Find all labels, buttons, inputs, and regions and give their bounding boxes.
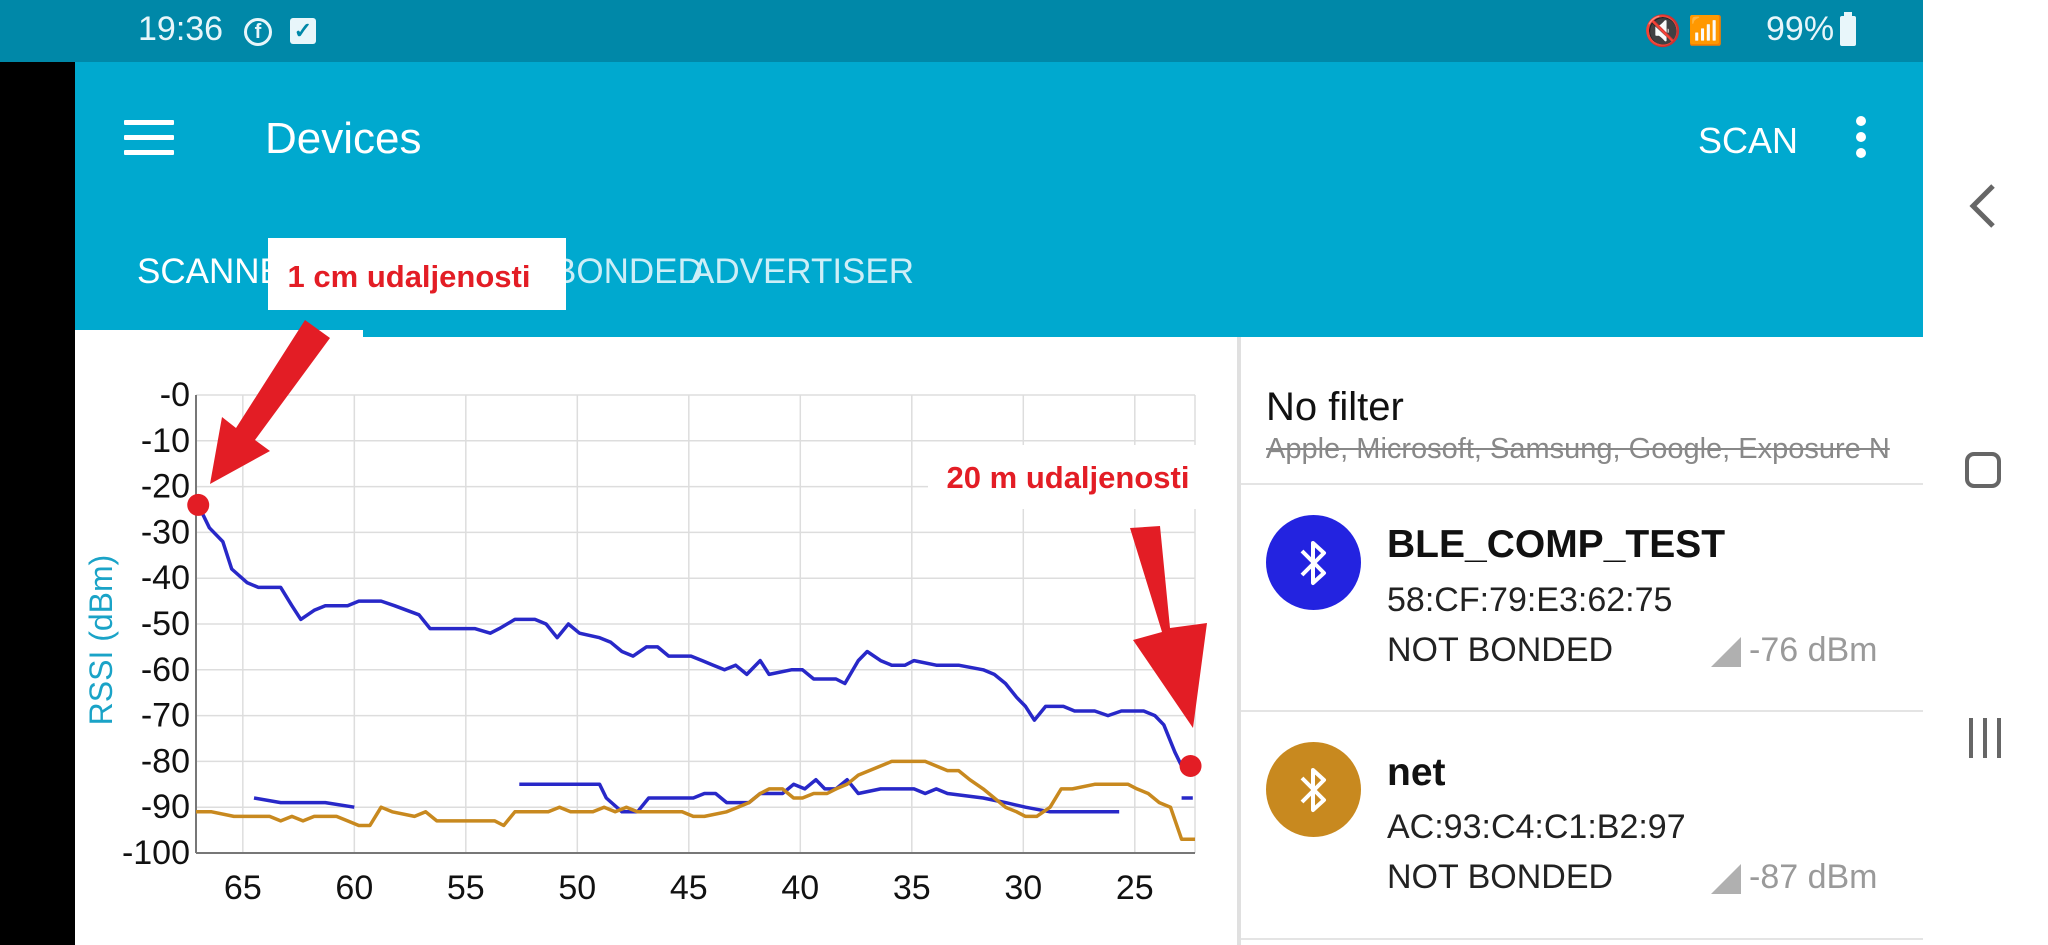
rssi-chart: -0 -10 -20 -30 -40 -50 -60 -70 -80 -90 -100 65 60 55 5… [83, 238, 1208, 907]
divider [1241, 710, 1923, 712]
device-list-panel: No filter Apple, Microsoft, Samsung, Goo… [1241, 337, 1923, 945]
annotation-near: 1 cm udaljenosti [288, 259, 531, 294]
battery-percent: 99% [1766, 10, 1835, 48]
x-tick-label: 60 [335, 869, 373, 907]
signal-strength-icon [1711, 864, 1741, 894]
y-tick-label: -10 [141, 422, 190, 460]
y-tick-label: -20 [141, 468, 190, 506]
series-line [253, 796, 355, 809]
recent-apps-icon[interactable] [1965, 716, 2005, 760]
y-tick-label: -50 [141, 605, 190, 643]
y-tick-label: -80 [141, 742, 190, 780]
device-name: net [1387, 751, 1446, 794]
device-bond-state: NOT BONDED [1387, 631, 1614, 669]
x-tick-label: 50 [558, 869, 596, 907]
x-tick-label: 35 [893, 869, 931, 907]
annotation-far: 20 m udaljenosti [947, 460, 1190, 495]
divider [1241, 938, 1923, 940]
divider [1241, 483, 1923, 485]
x-tick-label: 65 [224, 869, 262, 907]
x-tick-label: 55 [447, 869, 485, 907]
highlight-point [1179, 754, 1202, 777]
bluetooth-icon [1266, 742, 1361, 837]
signal-strength-icon [1711, 637, 1741, 667]
back-icon[interactable] [1965, 180, 2001, 232]
series-line [196, 504, 1186, 772]
bluetooth-icon [1266, 515, 1361, 610]
device-rssi: -76 dBm [1749, 631, 1878, 669]
more-options-icon[interactable] [1856, 116, 1868, 164]
y-tick-label: -30 [141, 513, 190, 551]
arrow-near [210, 320, 330, 484]
filter-subtitle: Apple, Microsoft, Samsung, Google, Expos… [1266, 433, 1890, 465]
device-rssi: -87 dBm [1749, 858, 1878, 896]
x-tick-label: 45 [670, 869, 708, 907]
x-tick-label: 40 [781, 869, 819, 907]
scan-button[interactable]: SCAN [1698, 120, 1798, 162]
y-tick-label: -40 [141, 559, 190, 597]
device-mac: AC:93:C4:C1:B2:97 [1387, 808, 1686, 846]
device-bond-state: NOT BONDED [1387, 858, 1614, 896]
y-tick-label: -0 [160, 376, 190, 414]
home-icon[interactable] [1965, 452, 2001, 488]
mute-icon: 🔇 [1644, 15, 1682, 48]
y-tick-label: -90 [141, 788, 190, 826]
y-tick-label: -100 [122, 834, 190, 872]
filter-title[interactable]: No filter [1266, 385, 1404, 430]
wifi-signal-icon: 📶 [1688, 15, 1723, 46]
y-tick-label: -60 [141, 651, 190, 689]
device-mac: 58:CF:79:E3:62:75 [1387, 581, 1673, 619]
battery-icon [1840, 12, 1856, 46]
x-tick-label: 30 [1004, 869, 1042, 907]
device-name: BLE_COMP_TEST [1387, 523, 1726, 566]
x-tick-label: 25 [1116, 869, 1154, 907]
y-tick-label: -70 [141, 697, 190, 735]
highlight-point [187, 493, 210, 516]
y-axis-label: RSSI (dBm) [83, 555, 119, 726]
series-line [196, 759, 1195, 842]
